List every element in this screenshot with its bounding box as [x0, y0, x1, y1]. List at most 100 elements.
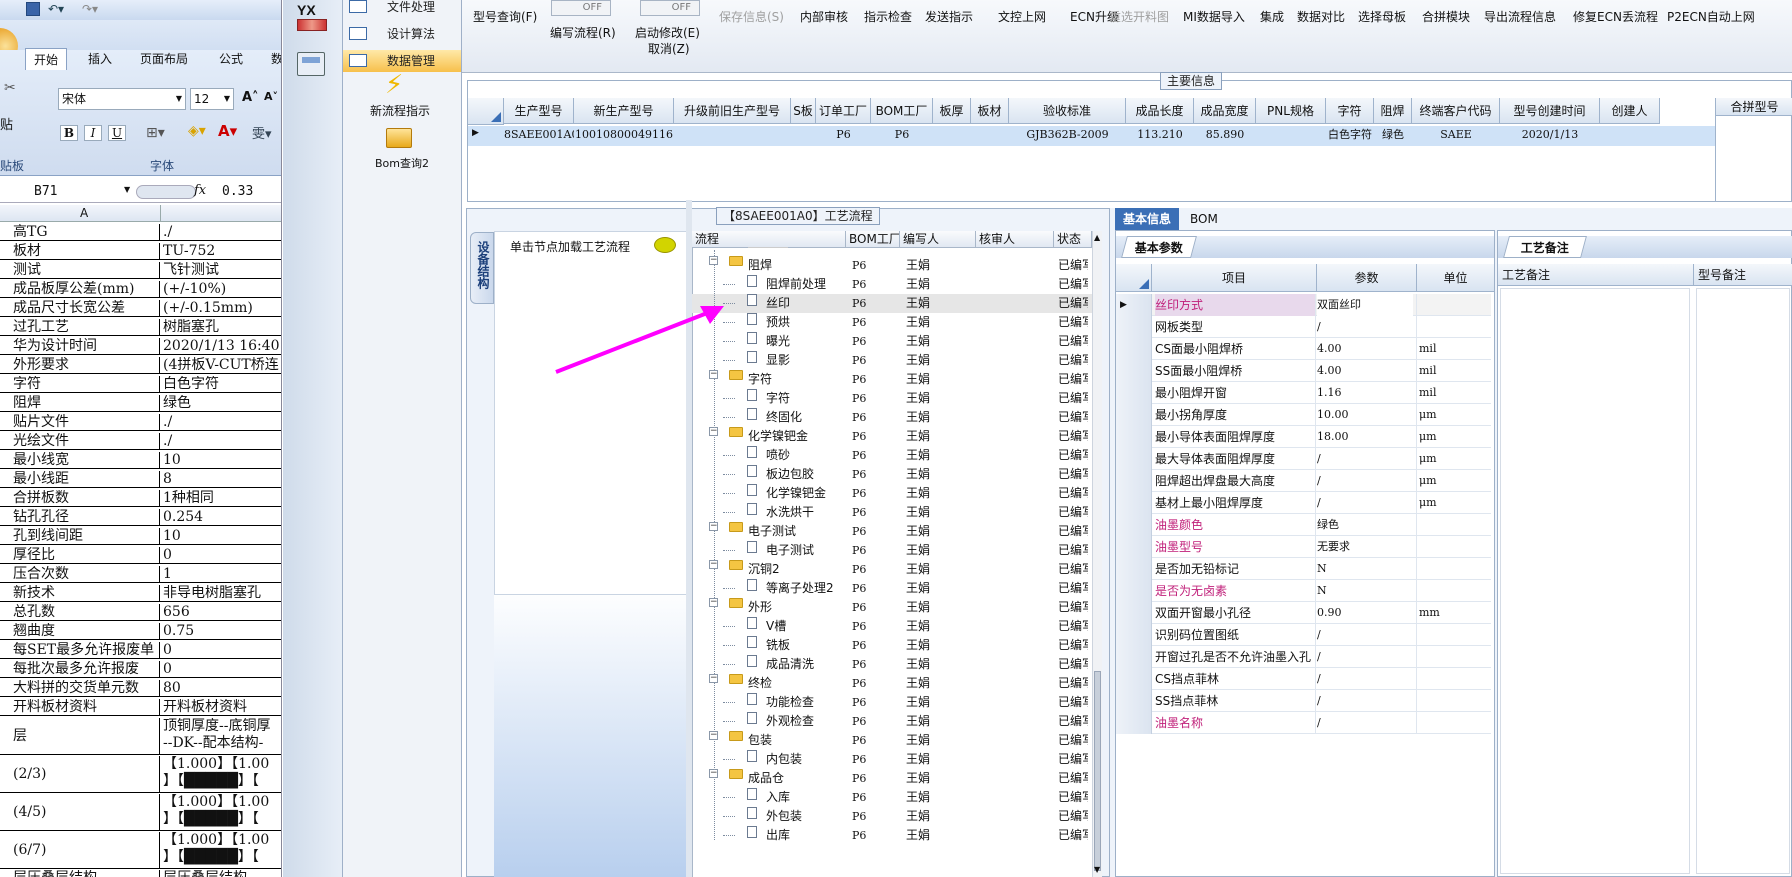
param-row[interactable]: 油墨名称 /: [1116, 712, 1491, 734]
cell-b[interactable]: 树脂塞孔: [161, 319, 281, 335]
main-info-cell[interactable]: 绿色: [1374, 126, 1412, 144]
toolbar-item-1[interactable]: 编写流程(R): [550, 24, 616, 41]
tree-col-header[interactable]: 状态: [1054, 231, 1092, 248]
row-selector[interactable]: [1116, 580, 1152, 602]
cell-b[interactable]: 开料板材资料: [161, 699, 281, 715]
main-info-col-header[interactable]: 成品长度: [1126, 98, 1194, 124]
collapse-icon[interactable]: −: [709, 427, 718, 436]
cell-a[interactable]: 大料拼的交货单元数: [12, 680, 160, 696]
font-color-icon[interactable]: A▾: [218, 122, 237, 140]
param-value[interactable]: 1.16: [1317, 382, 1413, 404]
cell-a[interactable]: 合拼板数: [12, 490, 160, 506]
main-info-col-header[interactable]: 生产型号: [504, 98, 574, 124]
row-selector[interactable]: [1116, 426, 1152, 448]
cell-b[interactable]: 10: [161, 452, 281, 468]
row-selector[interactable]: [1116, 382, 1152, 404]
param-value[interactable]: /: [1317, 668, 1413, 690]
collapse-icon[interactable]: −: [709, 256, 718, 265]
main-info-col-header[interactable]: S板: [791, 98, 816, 124]
param-value[interactable]: 4.00: [1317, 338, 1413, 360]
cell-b[interactable]: 8: [161, 471, 281, 487]
cell-b[interactable]: 0.254: [161, 509, 281, 525]
cell-b[interactable]: ./: [161, 414, 281, 430]
scroll-up-icon[interactable]: ▲: [1094, 233, 1100, 242]
side-tab-equipment[interactable]: 设备结构: [470, 232, 494, 304]
row-selector[interactable]: [1116, 536, 1152, 558]
folder-icon[interactable]: [386, 128, 412, 148]
nav-item-1[interactable]: 设计算法: [343, 23, 461, 45]
param-row[interactable]: CS挡点菲林 /: [1116, 668, 1491, 690]
row-selector[interactable]: [1116, 668, 1152, 690]
row-selector[interactable]: [1116, 404, 1152, 426]
tree-row-step[interactable]: 丝印 P6 王娟 已编写: [692, 294, 1092, 313]
main-info-col-header[interactable]: 板厚: [933, 98, 971, 124]
main-info-cell[interactable]: P6: [816, 126, 871, 144]
toolbar-item-6[interactable]: 指示检查: [864, 8, 912, 25]
tree-row-group[interactable]: −字符P6王娟已编写: [692, 370, 1092, 389]
fill-color-icon[interactable]: ◈▾: [188, 123, 206, 139]
collapse-icon[interactable]: −: [709, 522, 718, 531]
row-selector[interactable]: [1116, 712, 1152, 734]
tree-row-step[interactable]: 入库 P6 王娟 已编写: [692, 788, 1092, 807]
cell-a[interactable]: (6/7): [12, 832, 160, 868]
param-row[interactable]: 最大导体表面阻焊厚度 / μm: [1116, 448, 1491, 470]
cell-a[interactable]: 层压叠层结构: [12, 870, 160, 877]
cell-a[interactable]: 孔到线间距: [12, 528, 160, 544]
main-info-col-header[interactable]: 创建人: [1600, 98, 1660, 124]
tree-col-header[interactable]: 编写人: [900, 231, 976, 248]
param-value[interactable]: /: [1317, 712, 1413, 734]
main-info-col-header[interactable]: BOM工厂: [871, 98, 933, 124]
toolbar-item-13[interactable]: 数据对比: [1297, 8, 1345, 25]
cell-a[interactable]: 成品尺寸长宽公差: [12, 300, 160, 316]
cell-a[interactable]: 压合次数: [12, 566, 160, 582]
collapse-icon[interactable]: −: [709, 598, 718, 607]
param-row[interactable]: 油墨颜色 绿色: [1116, 514, 1491, 536]
cell-a[interactable]: 测试: [12, 262, 160, 278]
column-a-header[interactable]: A: [80, 206, 88, 220]
cell-b[interactable]: 顶铜厚度--底铜厚 --DK--配本结构-: [161, 718, 281, 752]
cell-b[interactable]: (4拼板V-CUT桥连: [161, 357, 281, 373]
font-size-select[interactable]: 12 ▼: [190, 88, 234, 110]
main-info-cell[interactable]: [791, 126, 816, 144]
param-value[interactable]: 18.00: [1317, 426, 1413, 448]
tree-row-step[interactable]: 字符 P6 王娟 已编写: [692, 389, 1092, 408]
tree-row-step[interactable]: 出库 P6 王娟 已编写: [692, 826, 1092, 845]
cell-a[interactable]: 最小线距: [12, 471, 160, 487]
cell-a[interactable]: 成品板厚公差(mm): [12, 281, 160, 297]
param-row[interactable]: 开窗过孔是否不允许油墨入孔 /: [1116, 646, 1491, 668]
cell-b[interactable]: 0: [161, 661, 281, 677]
cell-b[interactable]: 绿色: [161, 395, 281, 411]
undo-icon[interactable]: ↶▾: [48, 2, 64, 16]
tab-basic-params[interactable]: 基本参数: [1121, 236, 1197, 258]
cell-a[interactable]: (4/5): [12, 794, 160, 830]
tree-row-step[interactable]: 板边包胶 P6 王娟 已编写: [692, 465, 1092, 484]
params-col-unit[interactable]: 单位: [1417, 264, 1494, 292]
toolbar-item-2[interactable]: 启动修改(E): [635, 24, 700, 41]
main-info-col-header[interactable]: PNL规格: [1256, 98, 1326, 124]
param-value[interactable]: /: [1317, 492, 1413, 514]
toggle-switch[interactable]: OFF: [640, 0, 700, 16]
toggle-switch[interactable]: OFF: [551, 0, 611, 16]
main-info-cell[interactable]: [1600, 126, 1660, 144]
cell-a[interactable]: 贴片文件: [12, 414, 160, 430]
row-selector[interactable]: [1116, 690, 1152, 712]
cell-a[interactable]: 新技术: [12, 585, 160, 601]
cell-a[interactable]: 钻孔孔径: [12, 509, 160, 525]
tab-process-notes[interactable]: 工艺备注: [1503, 236, 1587, 258]
cell-b[interactable]: 【1.000】【1.00 】【█████】【: [161, 794, 281, 828]
cell-b[interactable]: 飞针测试: [161, 262, 281, 278]
param-value[interactable]: N: [1317, 558, 1413, 580]
cell-b[interactable]: 1种相同: [161, 490, 281, 506]
tree-row-step[interactable]: 成品清洗 P6 王娟 已编写: [692, 655, 1092, 674]
main-info-col-header[interactable]: 字符: [1326, 98, 1374, 124]
cell-a[interactable]: 每SET最多允许报废单: [12, 642, 160, 658]
cell-b[interactable]: (+/-0.15mm): [161, 300, 281, 316]
tab-insert[interactable]: 插入: [88, 48, 112, 70]
main-info-col-header[interactable]: 新生产型号: [574, 98, 674, 124]
tree-row-step[interactable]: 终固化 P6 王娟 已编写: [692, 408, 1092, 427]
main-info-cell[interactable]: [971, 126, 1009, 144]
main-info-cell[interactable]: 10010800049116: [574, 126, 674, 144]
tree-row-group[interactable]: − 外形 P6 王娟 已编写: [692, 598, 1092, 617]
param-row[interactable]: SS面最小阻焊桥 4.00 mil: [1116, 360, 1491, 382]
tree-col-header[interactable]: BOM工厂: [846, 231, 900, 248]
